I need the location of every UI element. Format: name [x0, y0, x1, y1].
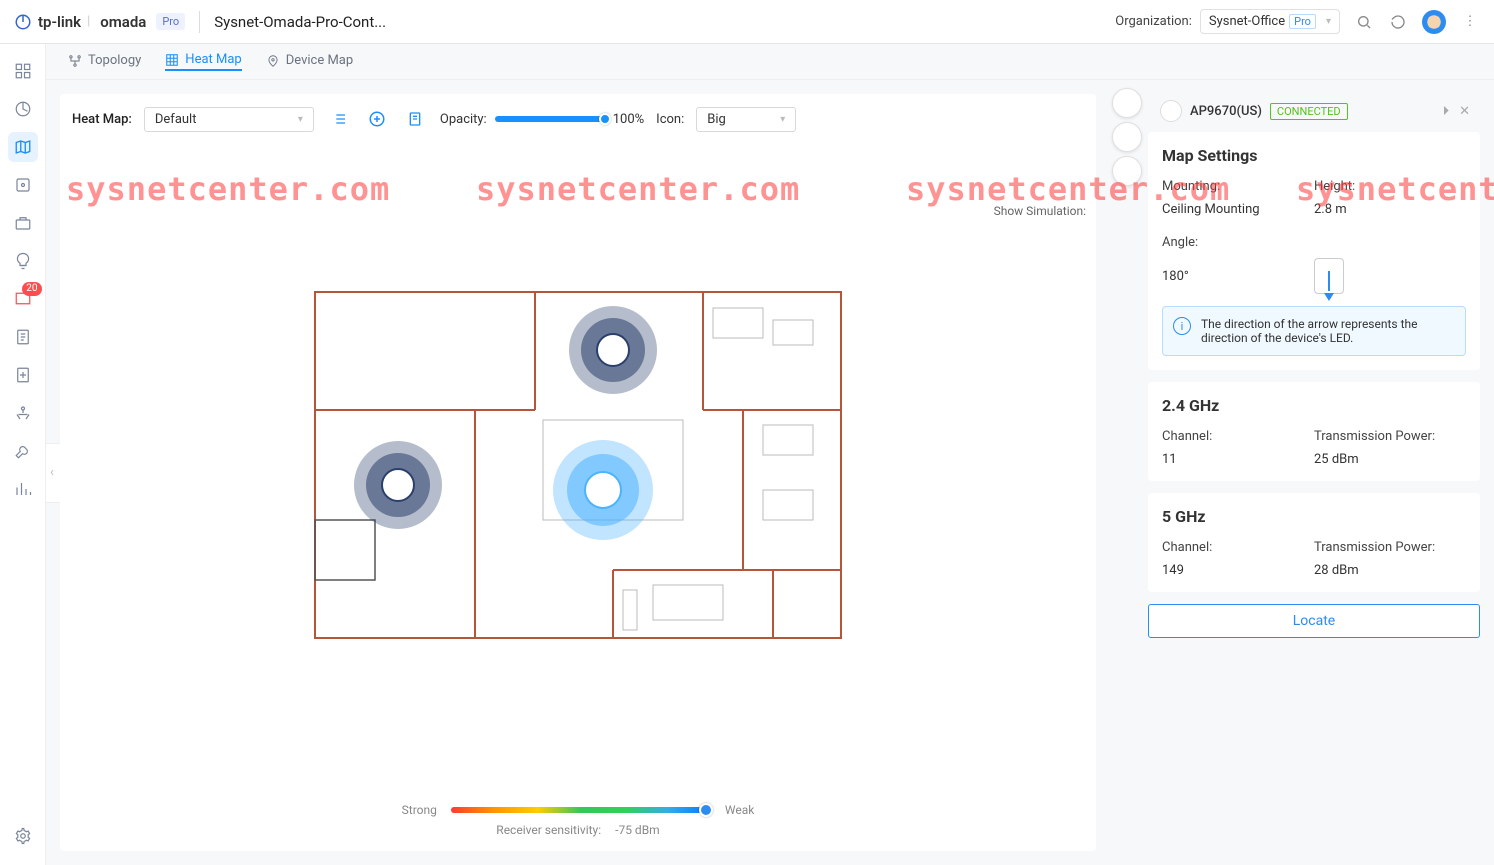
nav-clients-icon[interactable]	[8, 208, 38, 238]
g24-power-label: Transmission Power:	[1314, 429, 1466, 444]
right-panel: AP9670(US) CONNECTED ⏵ ✕ Map Settings Mo…	[1144, 80, 1494, 865]
angle-value: 180°	[1162, 269, 1314, 284]
info-icon: i	[1173, 317, 1191, 335]
ap-chip-2[interactable]	[1112, 122, 1142, 152]
angle-label: Angle:	[1162, 235, 1314, 250]
signal-legend: Strong Weak	[72, 797, 1084, 819]
band-24-card: 2.4 GHz Channel: Transmission Power: 11 …	[1148, 382, 1480, 481]
topology-icon	[68, 54, 82, 68]
g24-channel-value: 11	[1162, 452, 1314, 467]
nav-reports-icon[interactable]	[8, 322, 38, 352]
brand-pro-badge: Pro	[156, 13, 185, 30]
g24-channel-label: Channel:	[1162, 429, 1314, 444]
org-value: Sysnet-Office	[1209, 14, 1285, 29]
refresh-icon[interactable]	[1388, 12, 1408, 32]
sensitivity-slider[interactable]	[451, 807, 711, 813]
left-nav: 20	[0, 44, 46, 865]
height-value: 2.8 m	[1314, 202, 1466, 217]
chevron-down-icon: ▾	[298, 114, 303, 125]
notes-icon[interactable]	[402, 106, 428, 132]
tab-heatmap[interactable]: Heat Map	[165, 52, 241, 71]
mounting-value: Ceiling Mounting	[1162, 202, 1314, 217]
nav-tools-icon[interactable]	[8, 436, 38, 466]
legend-weak: Weak	[725, 803, 754, 817]
tab-topology[interactable]: Topology	[68, 53, 141, 70]
heatmap-select-label: Heat Map:	[72, 112, 132, 127]
site-name: Sysnet-Omada-Pro-Cont...	[214, 13, 386, 31]
nav-devices-icon[interactable]	[8, 170, 38, 200]
floorplan-canvas[interactable]	[72, 142, 1084, 797]
device-icon	[1160, 100, 1182, 122]
heatmap-icon	[165, 53, 179, 67]
heatmap-select[interactable]: Default ▾	[144, 107, 314, 132]
panel-close-icon[interactable]: ✕	[1459, 104, 1470, 119]
g24-power-value: 25 dBm	[1314, 452, 1466, 467]
nav-statistics-icon[interactable]	[8, 94, 38, 124]
org-selector[interactable]: Sysnet-Office Pro ▾	[1200, 9, 1340, 34]
panel-next-icon[interactable]: ⏵	[1443, 104, 1450, 119]
map-card: Heat Map: Default ▾ Opacity: 100%	[60, 94, 1096, 851]
tab-devicemap[interactable]: Device Map	[266, 53, 353, 70]
map-settings-card: Map Settings Mounting: Height: Ceiling M…	[1148, 132, 1480, 370]
nav-network-icon[interactable]	[8, 398, 38, 428]
band-5-title: 5 GHz	[1162, 507, 1466, 526]
angle-indicator-icon[interactable]	[1314, 258, 1344, 294]
icon-size-select[interactable]: Big ▾	[696, 107, 796, 132]
g5-channel-value: 149	[1162, 563, 1314, 578]
top-header: tp-link | omada Pro Sysnet-Omada-Pro-Con…	[0, 0, 1494, 44]
locate-button[interactable]: Locate	[1148, 604, 1480, 638]
brand-tplink: tp-link	[38, 13, 81, 31]
user-avatar[interactable]	[1422, 10, 1446, 34]
nav-settings-icon[interactable]	[8, 821, 38, 851]
info-text: The direction of the arrow represents th…	[1201, 317, 1455, 345]
nav-portal-icon[interactable]	[8, 360, 38, 390]
nav-insights-icon[interactable]	[8, 246, 38, 276]
nav-analysis-icon[interactable]	[8, 474, 38, 504]
device-name: AP9670(US)	[1190, 104, 1262, 119]
map-settings-title: Map Settings	[1162, 146, 1466, 165]
legend-strong: Strong	[402, 803, 437, 817]
ap-dock	[1110, 80, 1144, 865]
ap-chip-3[interactable]	[1112, 156, 1142, 186]
icon-size-label: Icon:	[656, 112, 684, 127]
sensitivity-label: Receiver sensitivity:	[496, 823, 601, 837]
ap-chip-1[interactable]	[1112, 88, 1142, 118]
band-24-title: 2.4 GHz	[1162, 396, 1466, 415]
view-tabs: Topology Heat Map Device Map	[46, 44, 1494, 80]
more-icon[interactable]: ⋮	[1460, 12, 1480, 32]
list-icon[interactable]	[326, 106, 352, 132]
tplink-logo-icon	[14, 13, 32, 31]
opacity-label: Opacity:	[440, 112, 487, 127]
g5-channel-label: Channel:	[1162, 540, 1314, 555]
chevron-down-icon: ▾	[1326, 16, 1331, 27]
chevron-down-icon: ▾	[780, 114, 785, 125]
org-label: Organization:	[1115, 14, 1192, 29]
org-pro-badge: Pro	[1289, 14, 1316, 29]
floorplan-svg	[313, 290, 843, 650]
search-icon[interactable]	[1354, 12, 1374, 32]
height-label: Height:	[1314, 179, 1466, 194]
nav-map-icon[interactable]	[8, 132, 38, 162]
g5-power-value: 28 dBm	[1314, 563, 1466, 578]
brand-logo: tp-link | omada Pro	[14, 13, 185, 31]
nav-logs-icon[interactable]: 20	[8, 284, 38, 314]
add-icon[interactable]	[364, 106, 390, 132]
mounting-label: Mounting:	[1162, 179, 1314, 194]
opacity-slider[interactable]	[495, 116, 605, 122]
device-status-badge: CONNECTED	[1270, 103, 1348, 120]
nav-badge: 20	[22, 282, 41, 296]
info-callout: i The direction of the arrow represents …	[1162, 306, 1466, 356]
opacity-value: 100%	[613, 112, 644, 127]
nav-dashboard-icon[interactable]	[8, 56, 38, 86]
band-5-card: 5 GHz Channel: Transmission Power: 149 2…	[1148, 493, 1480, 592]
sensitivity-value: -75 dBm	[615, 823, 660, 837]
device-header: AP9670(US) CONNECTED ⏵ ✕	[1148, 90, 1480, 132]
map-toolbar: Heat Map: Default ▾ Opacity: 100%	[72, 106, 1084, 132]
devicemap-icon	[266, 54, 280, 68]
g5-power-label: Transmission Power:	[1314, 540, 1466, 555]
brand-omada: omada	[100, 13, 146, 31]
